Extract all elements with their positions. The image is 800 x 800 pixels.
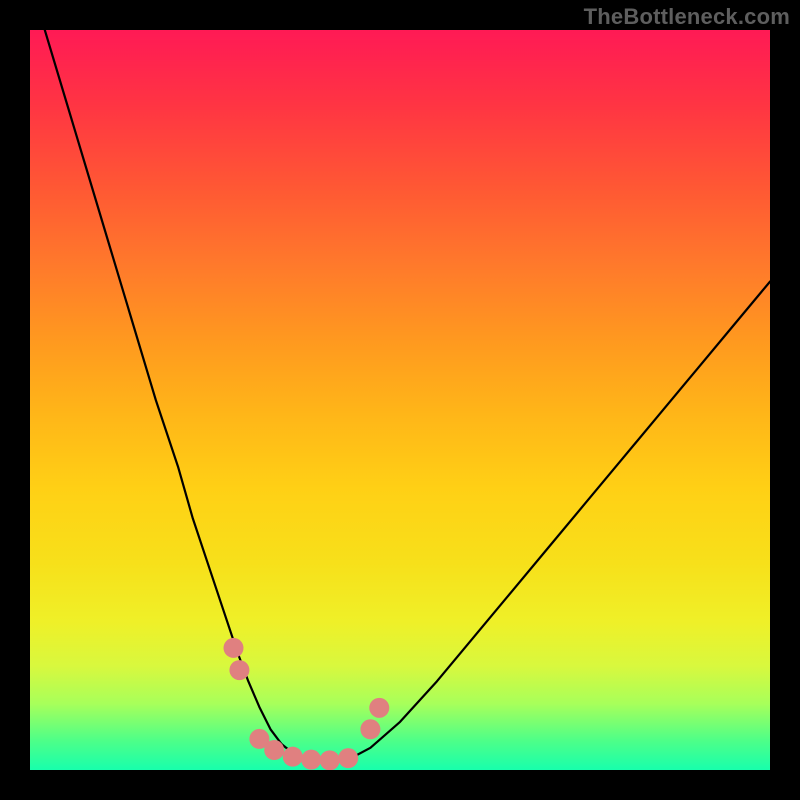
bottleneck-curve xyxy=(45,30,770,762)
chart-frame: TheBottleneck.com xyxy=(0,0,800,800)
curve-marker xyxy=(360,719,380,739)
curve-marker xyxy=(338,748,358,768)
curve-marker xyxy=(224,638,244,658)
chart-svg xyxy=(30,30,770,770)
curve-marker xyxy=(301,750,321,770)
curve-marker xyxy=(320,750,340,770)
curve-marker xyxy=(264,740,284,760)
curve-marker xyxy=(229,660,249,680)
curve-marker xyxy=(369,698,389,718)
credit-text: TheBottleneck.com xyxy=(584,4,790,30)
curve-marker xyxy=(283,747,303,767)
plot-area xyxy=(30,30,770,770)
